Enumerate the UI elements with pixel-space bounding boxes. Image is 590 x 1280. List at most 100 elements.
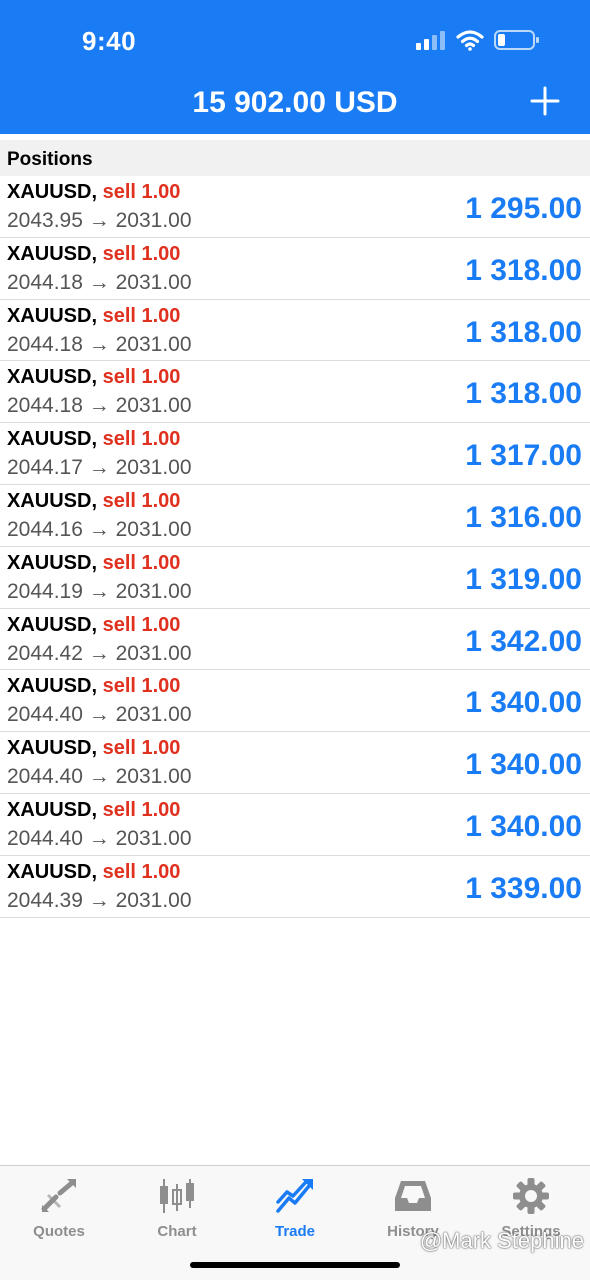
- position-prices: 2043.95 → 2031.00: [7, 209, 192, 233]
- trade-side: sell 1.00: [102, 428, 181, 451]
- position-profit: 1 319.00: [465, 562, 582, 596]
- position-prices: 2044.16 → 2031.00: [7, 518, 192, 542]
- position-symbol: XAUUSD, sell 1.00: [7, 737, 180, 760]
- inbox-tray-icon: [395, 1181, 431, 1211]
- position-row[interactable]: XAUUSD, sell 1.00 2044.18 → 2031.00 1 318.…: [0, 238, 590, 300]
- trade-side: sell 1.00: [102, 242, 181, 265]
- battery-icon: [494, 30, 539, 50]
- trade-side: sell 1.00: [102, 489, 181, 512]
- trade-side: sell 1.00: [102, 737, 181, 760]
- position-symbol: XAUUSD, sell 1.00: [7, 366, 180, 389]
- symbol-name: XAUUSD,: [7, 551, 98, 574]
- position-profit: 1 340.00: [465, 809, 582, 843]
- current-price: 2031.00: [115, 765, 192, 789]
- arrow-right-icon: →: [88, 209, 110, 232]
- top-bar: 9:40 15 902.00 USD: [0, 0, 590, 134]
- position-profit: 1 339.00: [465, 871, 582, 905]
- arrow-right-icon: →: [88, 579, 110, 603]
- position-row[interactable]: XAUUSD, sell 1.00 2044.18 → 2031.00 1 318.…: [0, 361, 590, 424]
- trade-side: sell 1.00: [102, 366, 181, 389]
- candlestick-icon: [160, 1179, 194, 1213]
- tab-quotes-label: Quotes: [33, 1223, 85, 1240]
- current-price: 2031.00: [115, 332, 192, 356]
- position-symbol: XAUUSD, sell 1.00: [7, 490, 180, 513]
- symbol-name: XAUUSD,: [7, 737, 98, 760]
- position-symbol: XAUUSD, sell 1.00: [7, 428, 180, 451]
- open-price: 2044.18: [7, 394, 83, 418]
- trade-side: sell 1.00: [102, 551, 181, 574]
- position-row[interactable]: XAUUSD, sell 1.00 2044.19 → 2031.00 1 319.…: [0, 547, 590, 609]
- arrow-right-icon: →: [88, 703, 110, 727]
- position-profit: 1 317.00: [465, 439, 582, 473]
- trade-side: sell 1.00: [102, 181, 181, 203]
- status-icons: [416, 27, 540, 53]
- position-symbol: XAUUSD, sell 1.00: [7, 305, 180, 328]
- position-row[interactable]: XAUUSD, sell 1.00 2044.40 → 2031.00 1 340.…: [0, 794, 590, 856]
- position-row[interactable]: XAUUSD, sell 1.00 2044.17 → 2031.00 1 317.…: [0, 423, 590, 485]
- position-profit: 1 340.00: [465, 686, 582, 720]
- arrow-right-icon: →: [88, 517, 110, 541]
- position-row[interactable]: XAUUSD, sell 1.00 2043.95 → 2031.00 1 295.…: [0, 176, 590, 238]
- home-indicator[interactable]: [190, 1262, 400, 1268]
- symbol-name: XAUUSD,: [7, 304, 98, 327]
- add-order-button[interactable]: [530, 86, 560, 116]
- position-row[interactable]: XAUUSD, sell 1.00 2044.40 → 2031.00 1 340.…: [0, 670, 590, 733]
- position-profit: 1 318.00: [465, 315, 582, 349]
- watermark: @Mark Stephine: [419, 1228, 584, 1253]
- arrow-right-icon: →: [88, 394, 110, 418]
- open-price: 2043.95: [7, 209, 83, 232]
- position-profit: 1 342.00: [465, 624, 582, 658]
- position-row[interactable]: XAUUSD, sell 1.00 2044.42 → 2031.00 1 342.…: [0, 609, 590, 671]
- position-row[interactable]: XAUUSD, sell 1.00 2044.39 → 2031.00 1 339.…: [0, 856, 590, 918]
- position-symbol: XAUUSD, sell 1.00: [7, 243, 180, 266]
- open-price: 2044.16: [7, 517, 83, 541]
- position-prices: 2044.40 → 2031.00: [7, 765, 192, 789]
- gear-icon: [513, 1178, 549, 1214]
- current-price: 2031.00: [115, 888, 192, 912]
- arrow-right-icon: →: [88, 641, 110, 665]
- position-prices: 2044.40 → 2031.00: [7, 827, 192, 851]
- current-price: 2031.00: [115, 517, 192, 541]
- open-price: 2044.19: [7, 579, 83, 603]
- symbol-name: XAUUSD,: [7, 181, 98, 203]
- current-price: 2031.00: [115, 703, 192, 727]
- position-profit: 1 340.00: [465, 748, 582, 782]
- position-symbol: XAUUSD, sell 1.00: [7, 552, 180, 575]
- symbol-name: XAUUSD,: [7, 675, 98, 698]
- trade-side: sell 1.00: [102, 613, 181, 636]
- trade-side: sell 1.00: [102, 860, 181, 883]
- arrow-right-icon: →: [88, 456, 110, 480]
- position-row[interactable]: XAUUSD, sell 1.00 2044.16 → 2031.00 1 316.…: [0, 485, 590, 547]
- open-price: 2044.17: [7, 456, 83, 480]
- trade-side: sell 1.00: [102, 675, 181, 698]
- arrow-right-icon: →: [88, 765, 110, 789]
- open-price: 2044.18: [7, 332, 83, 356]
- position-symbol: XAUUSD, sell 1.00: [7, 614, 180, 637]
- trade-side: sell 1.00: [102, 304, 181, 327]
- position-symbol: XAUUSD, sell 1.00: [7, 799, 180, 822]
- positions-list: XAUUSD, sell 1.00 2043.95 → 2031.00 1 295.…: [0, 176, 590, 918]
- current-price: 2031.00: [115, 209, 192, 232]
- position-row[interactable]: XAUUSD, sell 1.00 2044.18 → 2031.00 1 318.…: [0, 300, 590, 362]
- symbol-name: XAUUSD,: [7, 428, 98, 451]
- arrow-right-icon: →: [88, 332, 110, 356]
- symbol-name: XAUUSD,: [7, 860, 98, 883]
- symbol-name: XAUUSD,: [7, 798, 98, 821]
- symbol-name: XAUUSD,: [7, 242, 98, 265]
- position-symbol: XAUUSD, sell 1.00: [7, 181, 180, 204]
- position-row[interactable]: XAUUSD, sell 1.00 2044.40 → 2031.00 1 340.…: [0, 732, 590, 794]
- current-price: 2031.00: [115, 394, 192, 418]
- position-prices: 2044.18 → 2031.00: [7, 271, 192, 295]
- open-price: 2044.42: [7, 641, 83, 665]
- current-price: 2031.00: [115, 641, 192, 665]
- tab-chart[interactable]: Chart: [118, 1174, 236, 1240]
- status-time: 9:40: [82, 26, 137, 56]
- position-profit: 1 318.00: [465, 253, 582, 287]
- tab-quotes[interactable]: Quotes: [0, 1174, 118, 1240]
- wifi-icon: [456, 30, 484, 51]
- tab-trade[interactable]: Trade: [236, 1174, 354, 1240]
- open-price: 2044.18: [7, 270, 83, 294]
- current-price: 2031.00: [115, 579, 192, 603]
- position-profit: 1 318.00: [465, 377, 582, 411]
- arrow-right-icon: →: [88, 826, 110, 850]
